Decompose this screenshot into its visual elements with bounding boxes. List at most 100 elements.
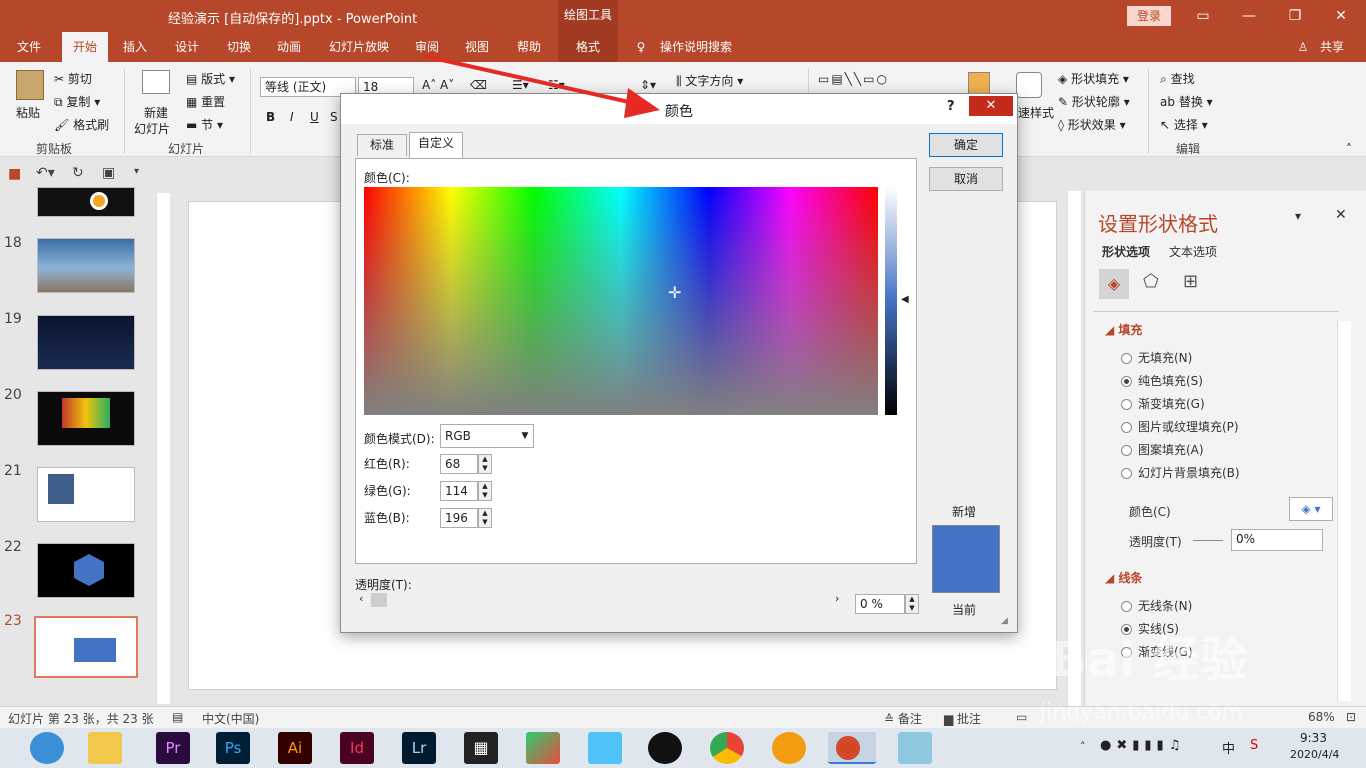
shape-fill-button[interactable]: ◈ 形状填充 ▾ [1058,70,1129,87]
redo-icon[interactable]: ↻ [72,165,84,181]
illustrator-icon[interactable]: Ai [278,732,312,764]
paste-button[interactable]: 粘贴 [16,104,40,121]
italic-button[interactable]: I [290,110,294,124]
line-option[interactable]: 无线条(N) [1121,597,1192,614]
app-icon[interactable] [526,732,560,764]
reset-button[interactable]: ▦ 重置 [186,93,225,110]
cut-button[interactable]: ✂ 剪切 [54,70,92,87]
radio-icon[interactable] [1121,376,1132,387]
copy-button[interactable]: ⧉ 复制 ▾ [54,93,100,110]
comments-button[interactable]: ▆ 批注 [944,710,981,727]
blue-spinner[interactable]: ▲ ▼ [478,508,492,528]
cancel-button[interactable]: 取消 [929,167,1003,191]
transparency-input[interactable]: 0% [1231,529,1323,551]
close-window-icon[interactable]: ✕ [1318,0,1364,32]
green-input[interactable]: 114 [440,481,478,501]
file-explorer-icon[interactable] [88,732,122,764]
video-editor-icon[interactable]: ▦ [464,732,498,764]
pane-close-icon[interactable]: ✕ [1335,207,1347,223]
fill-option[interactable]: 图片或纹理填充(P) [1121,418,1239,435]
underline-button[interactable]: U [310,110,319,124]
customize-qat-icon[interactable]: ▾ [134,166,139,177]
fill-option[interactable]: 图案填充(A) [1121,441,1204,458]
green-spinner[interactable]: ▲ ▼ [478,481,492,501]
section-button[interactable]: ▬ 节 ▾ [186,116,223,133]
transparency-slider[interactable]: ‹ › [355,592,845,608]
tab-text-options[interactable]: 文本选项 [1169,243,1217,260]
tab-design[interactable]: 设计 [166,32,208,62]
lightroom-icon[interactable]: Lr [402,732,436,764]
layout-button[interactable]: ▤ 版式 ▾ [186,70,235,87]
tab-home[interactable]: 开始 [62,32,108,62]
undo-icon[interactable]: ↶▾ [36,165,55,181]
slide-thumbnail[interactable] [37,543,135,598]
transparency-slider[interactable] [1193,540,1223,541]
normal-view-icon[interactable]: ▭ [1016,710,1027,724]
quick-styles-button[interactable]: 速样式 [1018,104,1054,121]
radio-icon[interactable] [1121,353,1132,364]
find-button[interactable]: ⌕ 查找 [1160,70,1195,87]
slide-thumbnail-selected[interactable] [34,616,138,678]
tab-animations[interactable]: 动画 [268,32,310,62]
line-section-header[interactable]: ◢ 线条 [1105,569,1142,586]
clock-date[interactable]: 2020/4/4 [1290,748,1339,761]
transparency-spinner[interactable]: ▲ ▼ [905,594,919,614]
clock-time[interactable]: 9:33 [1300,731,1327,745]
radio-icon[interactable] [1121,399,1132,410]
select-button[interactable]: ↖ 选择 ▾ [1160,116,1208,133]
tab-shape-options[interactable]: 形状选项 [1102,243,1150,260]
fill-option[interactable]: 无填充(N) [1121,349,1192,366]
browser-360-icon[interactable] [30,732,64,764]
luminance-pointer-icon[interactable]: ◀ [901,294,909,305]
fill-option[interactable]: 幻灯片背景填充(B) [1121,464,1240,481]
tray-expand-icon[interactable]: ˄ [1080,740,1086,753]
app-icon[interactable] [588,732,622,764]
ok-button[interactable]: 确定 [929,133,1003,157]
chrome-icon[interactable] [710,732,744,764]
new-slide-label-2[interactable]: 幻灯片 [134,120,170,137]
resize-grip-icon[interactable]: ◢ [1001,616,1008,626]
arrange-icon[interactable] [968,72,990,94]
new-slide-icon[interactable] [142,70,170,94]
paste-icon[interactable] [16,70,44,100]
effects-pentagon-icon[interactable]: ⬠ [1143,271,1159,292]
dropdown-arrow-icon[interactable]: ▼ [517,425,533,447]
color-spectrum[interactable]: ✛ [364,187,878,415]
slide-thumbnail[interactable] [37,391,135,446]
bold-button[interactable]: B [266,110,275,124]
indesign-icon[interactable]: Id [340,732,374,764]
tab-slideshow[interactable]: 幻灯片放映 [320,32,398,62]
radio-icon[interactable] [1121,601,1132,612]
system-tray-icons[interactable]: ●✖▮▮▮♫ [1100,738,1185,753]
sogou-icon[interactable]: S [1250,738,1258,753]
tab-custom[interactable]: 自定义 [409,132,463,158]
ribbon-display-options-icon[interactable]: ▭ [1180,0,1226,32]
photoshop-icon[interactable]: Ps [216,732,250,764]
text-direction-button[interactable]: ⫼ 文字方向 ▾ [676,72,743,89]
radio-icon[interactable] [1121,422,1132,433]
collapse-ribbon-icon[interactable]: ˄ [1346,142,1352,156]
format-painter-button[interactable]: 🖌 格式刷 [54,116,109,133]
login-button[interactable]: 登录 [1127,6,1171,26]
fit-slide-icon[interactable]: ⊡ [1346,710,1356,724]
ime-indicator[interactable]: 中 [1222,738,1235,757]
slide-thumbnail[interactable] [37,467,135,522]
minimize-icon[interactable]: — [1226,0,1272,32]
premiere-icon[interactable]: Pr [156,732,190,764]
slide-thumbnail[interactable] [37,187,135,217]
fill-color-picker[interactable]: ◈ ▾ [1289,497,1333,521]
transparency-input[interactable]: 0 % [855,594,905,614]
shapes-gallery[interactable]: ▭▤╲╲▭○ [818,72,889,86]
scroll-right-icon[interactable]: › [835,592,839,605]
slides-scrollbar[interactable] [156,193,170,704]
restore-icon[interactable]: ❐ [1272,0,1318,32]
red-spinner[interactable]: ▲ ▼ [478,454,492,474]
radio-icon[interactable] [1121,468,1132,479]
tab-file[interactable]: 文件 [6,32,52,62]
fill-option[interactable]: 纯色填充(S) [1121,372,1203,389]
slide-thumbnail[interactable] [37,238,135,293]
powerpoint-taskbar-icon[interactable] [828,732,876,764]
fill-option[interactable]: 渐变填充(G) [1121,395,1205,412]
new-slide-button[interactable]: 新建 [144,104,168,121]
shape-effects-button[interactable]: ◊ 形状效果 ▾ [1058,116,1126,133]
